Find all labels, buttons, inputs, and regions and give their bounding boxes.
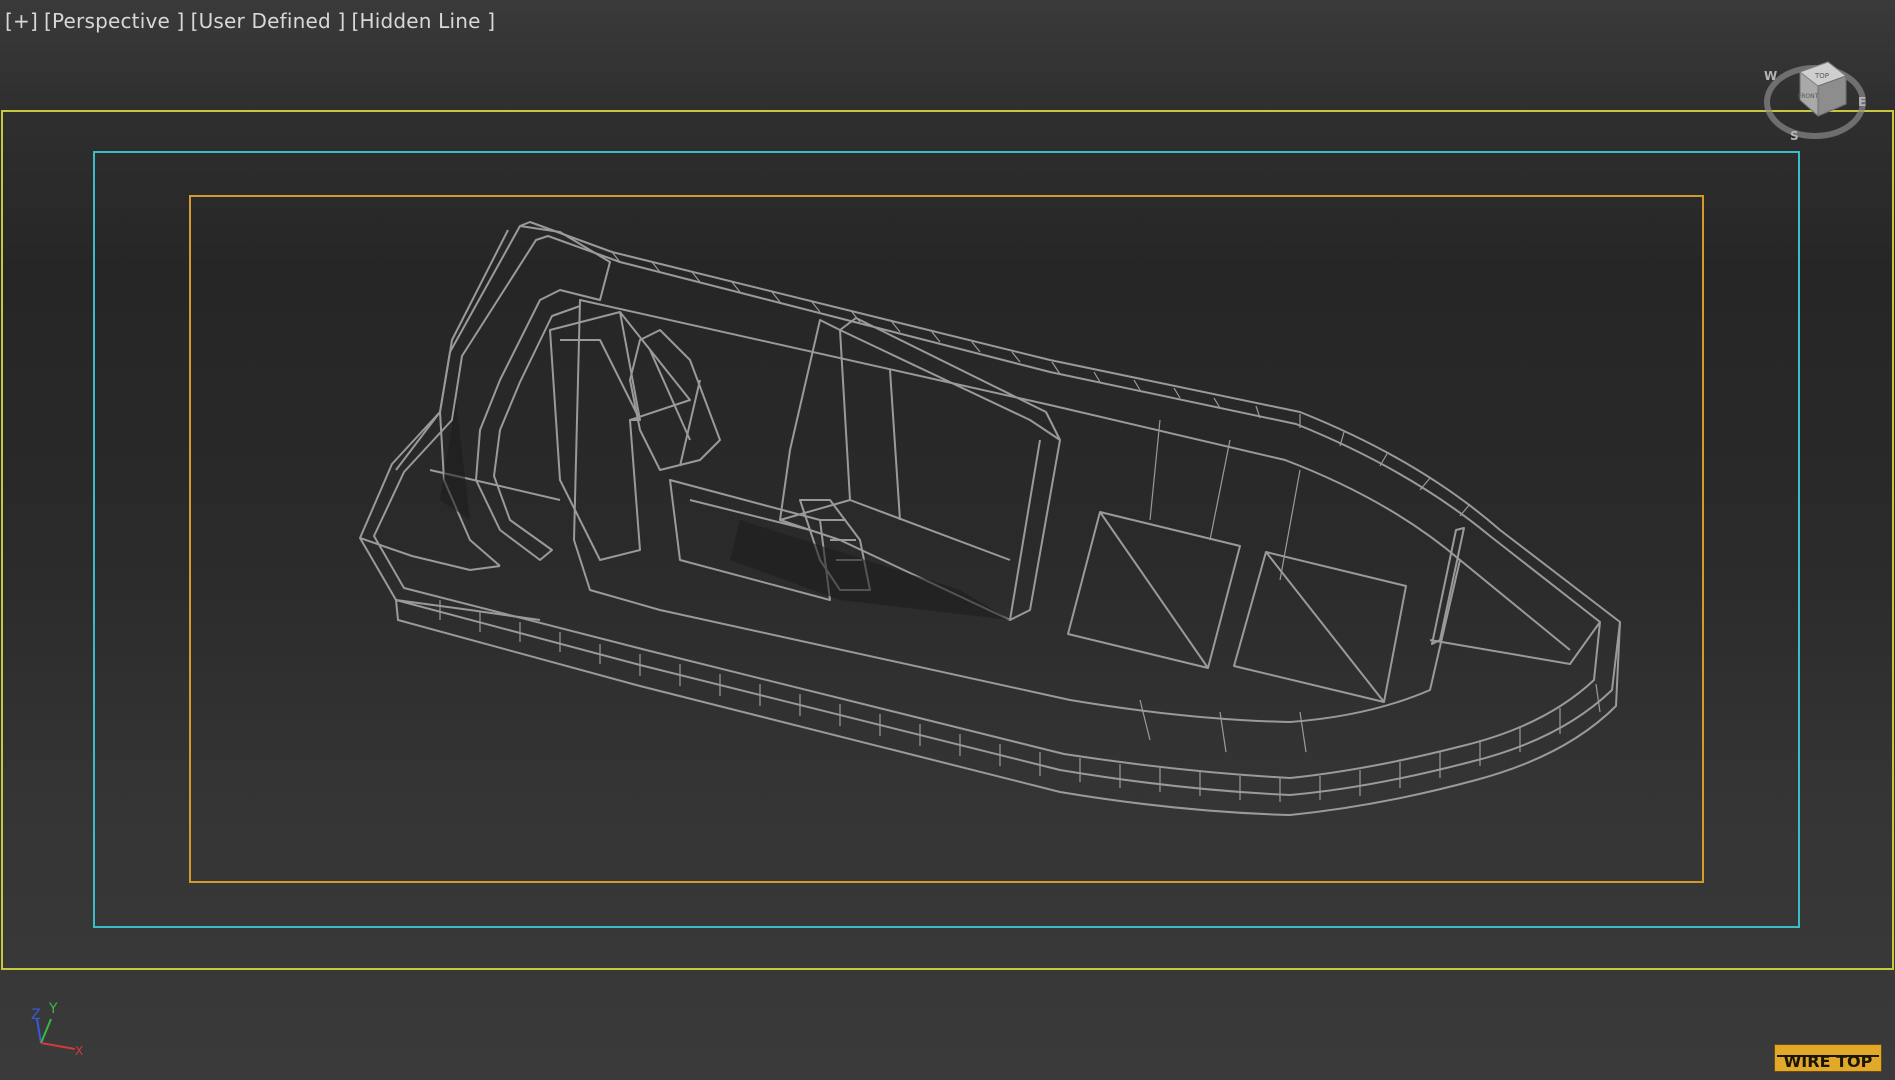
compass-west-label[interactable]: W [1764,69,1777,83]
boat-wireframe-model[interactable] [0,0,1895,1080]
axis-x-label: X [75,1044,83,1058]
axis-y-label: Y [48,1001,58,1017]
axis-y-line [40,1018,52,1044]
wire-top-badge[interactable]: WIRE TOP [1774,1044,1882,1072]
rear-frame-inner [439,229,509,567]
compass-south-label[interactable]: S [1790,129,1799,143]
rear-frame [475,225,611,561]
hull-outline [359,221,1621,796]
viewcube-navigation[interactable]: TOP FRONT W S E [1760,40,1870,150]
world-axis-tripod: Z Y X [31,1001,83,1058]
viewcube-face-top[interactable]: TOP [1814,72,1829,80]
axis-x-line [40,1042,76,1050]
deck-hatch-2 [1233,551,1407,703]
axis-z-label: Z [31,1007,41,1023]
viewcube-face-front[interactable]: FRONT [1798,93,1819,100]
hull-ribs [439,251,1601,802]
bow-rail [1431,527,1465,645]
shadow-console [730,520,1010,620]
deck-hatch-1 [1067,511,1241,669]
compass-east-label[interactable]: E [1858,95,1866,109]
engine-box [549,311,691,561]
shadow-rear [440,400,470,520]
pilot-seat [629,329,721,471]
deck-lines [1139,419,1307,753]
